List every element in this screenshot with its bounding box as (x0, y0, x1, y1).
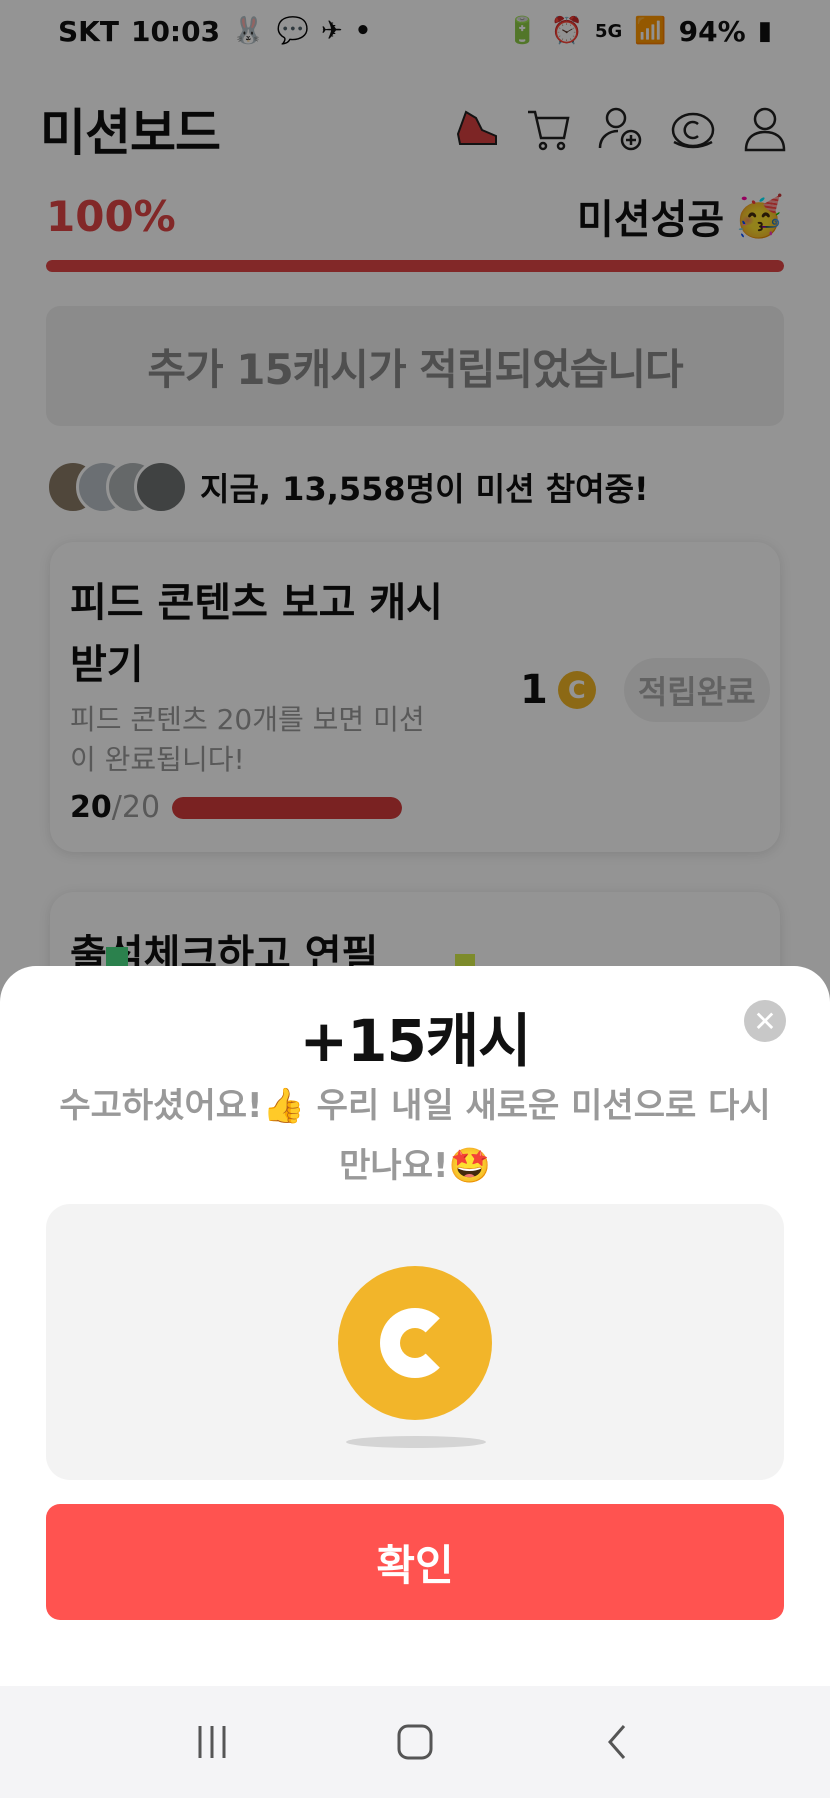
coin-c-letter (380, 1308, 450, 1378)
back-button[interactable] (578, 1702, 658, 1782)
system-navigation-bar (0, 1686, 830, 1798)
reward-message: 수고하셨어요!👍 우리 내일 새로운 미션으로 다시 만나요!🤩 (59, 1086, 771, 1186)
coin-icon (338, 1266, 492, 1420)
coin-illustration (46, 1204, 784, 1480)
recent-apps-button[interactable] (172, 1702, 252, 1782)
home-button[interactable] (375, 1702, 455, 1782)
coin-shadow (346, 1436, 486, 1448)
confirm-button[interactable]: 확인 (46, 1504, 784, 1620)
reward-title: +15캐시 (299, 1007, 531, 1075)
reward-bottom-sheet: ✕ +15캐시 수고하셨어요!👍 우리 내일 새로운 미션으로 다시 만나요!🤩… (0, 966, 830, 1686)
